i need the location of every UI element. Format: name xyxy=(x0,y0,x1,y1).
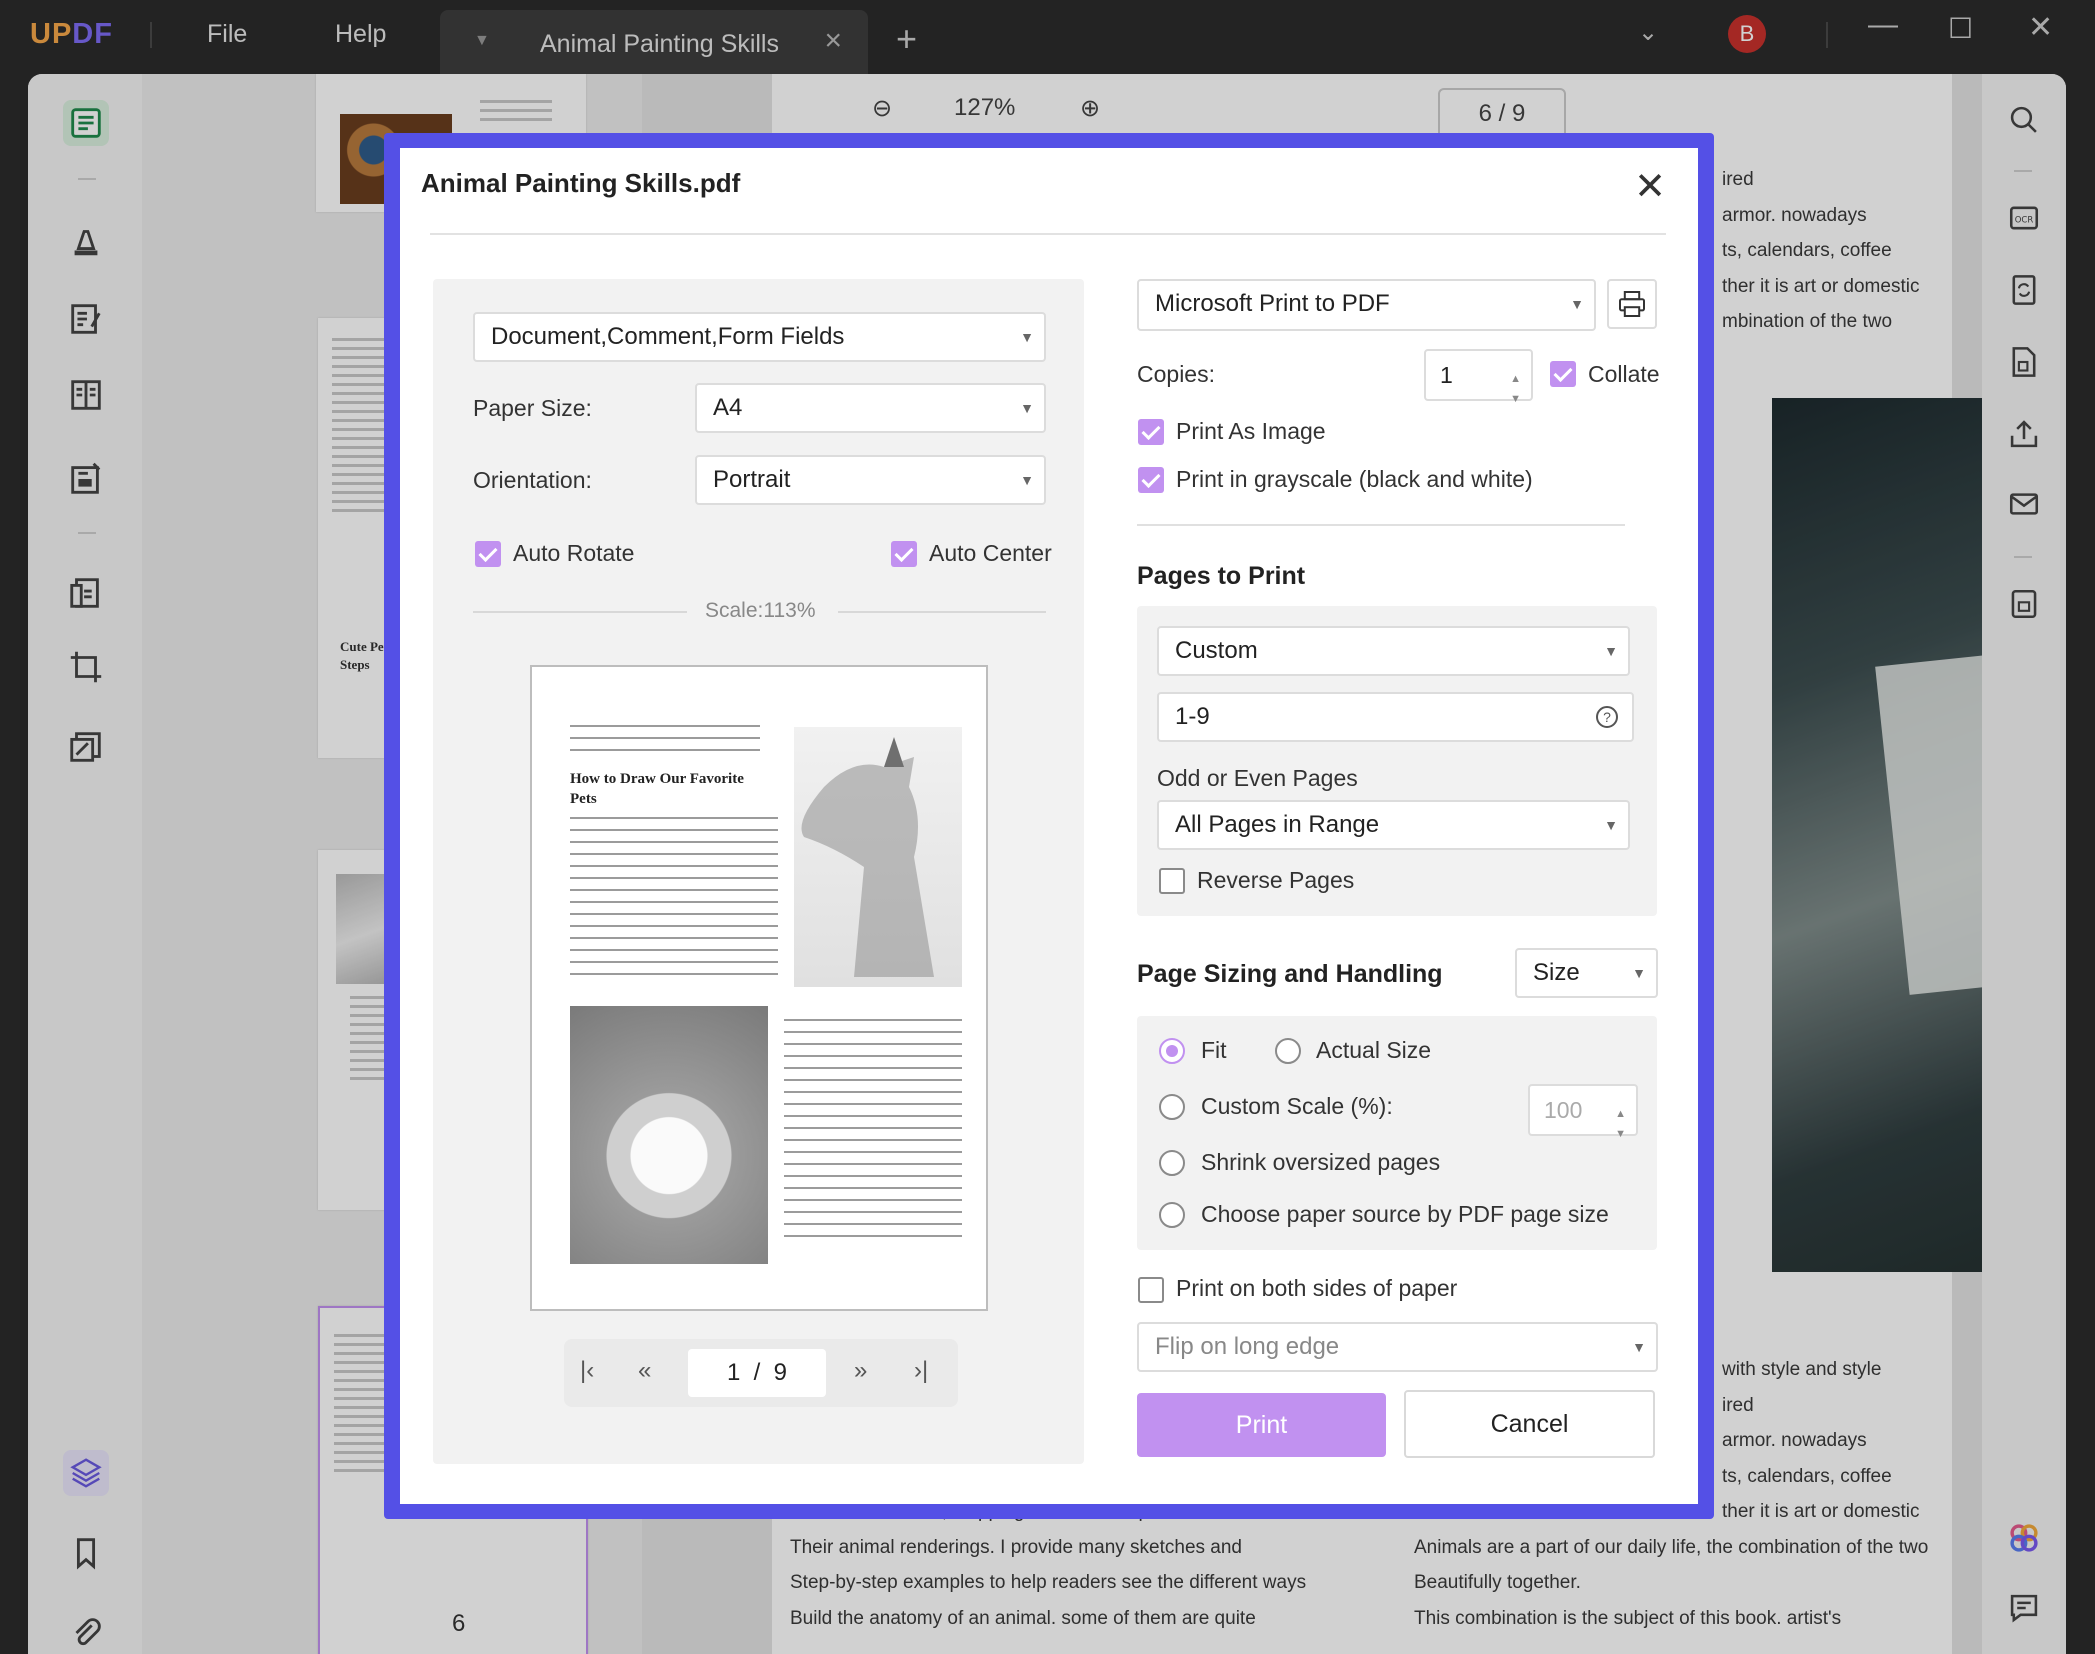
decrement-icon[interactable]: ▼ xyxy=(1510,375,1521,423)
printer-icon xyxy=(1619,291,1645,317)
scale-label: Scale:113% xyxy=(705,599,816,622)
actual-size-label: Actual Size xyxy=(1316,1037,1432,1063)
chevron-down-icon: ▼ xyxy=(1020,329,1034,345)
chevron-down-icon: ▼ xyxy=(1570,296,1584,312)
first-page-icon[interactable]: |‹ xyxy=(580,1357,594,1385)
printer-properties-button[interactable] xyxy=(1607,279,1657,329)
chevron-down-icon: ▼ xyxy=(1604,817,1618,833)
dialog-close-icon[interactable]: ✕ xyxy=(1634,164,1666,209)
custom-scale-label: Custom Scale (%): xyxy=(1201,1093,1393,1119)
custom-scale-radio[interactable] xyxy=(1159,1094,1185,1120)
paper-size-select[interactable]: A4 ▼ xyxy=(695,383,1046,433)
pages-mode-select[interactable]: Custom ▼ xyxy=(1157,626,1630,676)
shrink-label: Shrink oversized pages xyxy=(1201,1149,1441,1175)
preview-text-lines xyxy=(570,817,778,985)
pages-to-print-title: Pages to Print xyxy=(1137,562,1306,590)
print-preview-page: How to Draw Our Favorite Pets xyxy=(530,665,988,1311)
reverse-pages-checkbox[interactable] xyxy=(1159,868,1185,894)
divider xyxy=(1137,524,1625,526)
chevron-down-icon: ▼ xyxy=(1604,643,1618,659)
next-page-icon[interactable]: » xyxy=(854,1357,867,1385)
paper-source-radio[interactable] xyxy=(1159,1202,1185,1228)
help-icon[interactable]: ? xyxy=(1596,706,1618,728)
print-dialog: Animal Painting Skills.pdf ✕ Document,Co… xyxy=(400,148,1698,1504)
chevron-down-icon: ▼ xyxy=(1020,400,1034,416)
last-page-icon[interactable]: ›| xyxy=(914,1357,928,1385)
auto-rotate-label: Auto Rotate xyxy=(513,540,635,566)
odd-even-select[interactable]: All Pages in Range ▼ xyxy=(1157,800,1630,850)
grayscale-checkbox[interactable] xyxy=(1138,467,1164,493)
chevron-down-icon: ▼ xyxy=(1020,472,1034,488)
print-as-image-checkbox[interactable] xyxy=(1138,419,1164,445)
chevron-down-icon: ▼ xyxy=(1632,1339,1646,1355)
preview-pager: |‹ « 1 / 9 » ›| xyxy=(564,1339,958,1407)
divider xyxy=(430,233,1666,235)
orientation-label: Orientation: xyxy=(473,467,592,493)
preview-page-input[interactable]: 1 / 9 xyxy=(688,1349,826,1397)
preview-text-lines xyxy=(570,725,760,761)
grayscale-label: Print in grayscale (black and white) xyxy=(1176,466,1533,492)
page-sizing-title: Page Sizing and Handling xyxy=(1137,960,1443,988)
auto-center-label: Auto Center xyxy=(929,540,1052,566)
paper-size-label: Paper Size: xyxy=(473,395,592,421)
dialog-title: Animal Painting Skills.pdf xyxy=(421,168,741,198)
auto-center-checkbox[interactable] xyxy=(891,541,917,567)
both-sides-checkbox[interactable] xyxy=(1138,1277,1164,1303)
sizing-mode-select[interactable]: Size ▼ xyxy=(1515,948,1658,998)
collate-checkbox[interactable] xyxy=(1550,361,1576,387)
shrink-radio[interactable] xyxy=(1159,1150,1185,1176)
print-preview-panel: Document,Comment,Form Fields ▼ Paper Size… xyxy=(433,279,1084,1464)
page-range-input[interactable]: 1-9? xyxy=(1157,692,1634,742)
copies-label: Copies: xyxy=(1137,361,1215,387)
decrement-icon[interactable]: ▼ xyxy=(1615,1110,1626,1158)
both-sides-label: Print on both sides of paper xyxy=(1176,1275,1458,1301)
custom-scale-input[interactable]: 100 ▲ ▼ xyxy=(1528,1084,1638,1140)
actual-size-radio[interactable] xyxy=(1275,1038,1301,1064)
collate-label: Collate xyxy=(1588,361,1660,387)
paper-source-label: Choose paper source by PDF page size xyxy=(1201,1201,1609,1227)
orientation-select[interactable]: Portrait ▼ xyxy=(695,455,1046,505)
preview-heading: How to Draw Our Favorite Pets xyxy=(570,771,744,807)
divider xyxy=(838,611,1046,613)
auto-rotate-checkbox[interactable] xyxy=(475,541,501,567)
odd-even-label: Odd or Even Pages xyxy=(1157,765,1358,791)
preview-text-lines xyxy=(784,1019,962,1247)
fit-radio[interactable] xyxy=(1159,1038,1185,1064)
divider xyxy=(473,611,687,613)
print-as-image-label: Print As Image xyxy=(1176,418,1326,444)
chevron-down-icon: ▼ xyxy=(1632,965,1646,981)
reverse-pages-label: Reverse Pages xyxy=(1197,867,1355,893)
preview-dog-sketch xyxy=(794,727,962,987)
copies-input[interactable]: 1 ▲ ▼ xyxy=(1424,349,1533,405)
content-select[interactable]: Document,Comment,Form Fields ▼ xyxy=(473,312,1046,362)
prev-page-icon[interactable]: « xyxy=(638,1357,651,1385)
preview-dog-embroidery xyxy=(570,1006,768,1264)
cancel-button[interactable]: Cancel xyxy=(1404,1390,1655,1458)
printer-select[interactable]: Microsoft Print to PDF ▼ xyxy=(1137,279,1596,331)
fit-label: Fit xyxy=(1201,1037,1227,1063)
flip-select[interactable]: Flip on long edge ▼ xyxy=(1137,1322,1658,1372)
print-button[interactable]: Print xyxy=(1137,1393,1386,1457)
